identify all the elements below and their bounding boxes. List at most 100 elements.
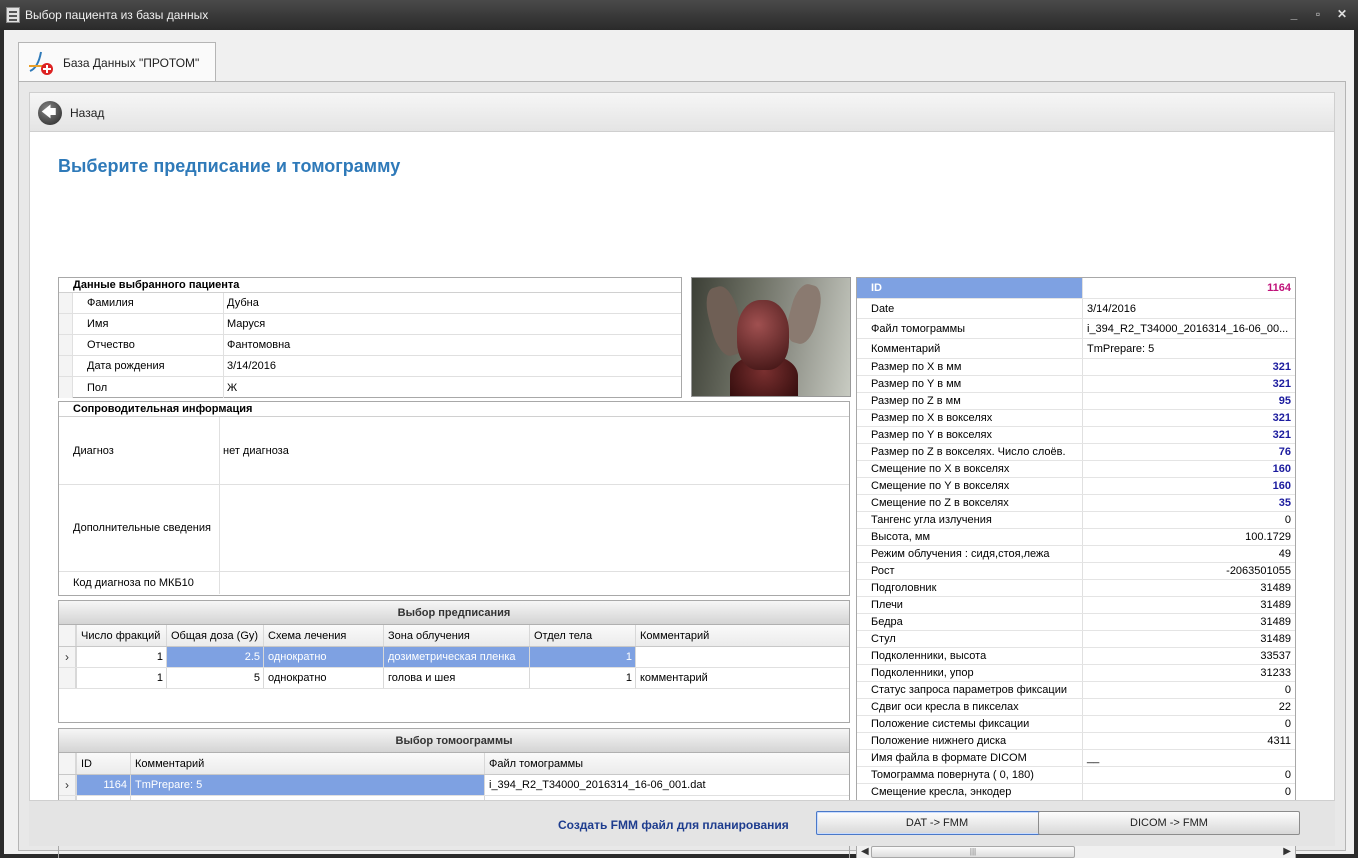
- property-row[interactable]: Положение системы фиксации 0: [857, 716, 1295, 733]
- property-row[interactable]: Размер по Y в вокселях 321: [857, 427, 1295, 444]
- property-value[interactable]: 100.1729: [1083, 529, 1295, 545]
- property-row[interactable]: Высота, мм 100.1729: [857, 529, 1295, 546]
- property-row[interactable]: Рост -2063501055: [857, 563, 1295, 580]
- property-row[interactable]: Тангенс угла излучения 0: [857, 512, 1295, 529]
- property-row[interactable]: Комментарий TmPrepare: 5: [857, 339, 1295, 359]
- maximize-button[interactable]: ▫: [1311, 6, 1325, 22]
- property-value[interactable]: TmPrepare: 5: [1083, 339, 1295, 358]
- patient-row[interactable]: Имя Маруся: [59, 314, 681, 335]
- property-value[interactable]: 35: [1083, 495, 1295, 511]
- property-value[interactable]: 321: [1083, 427, 1295, 443]
- row-pointer-icon[interactable]: ›: [59, 647, 76, 667]
- property-row[interactable]: Положение нижнего диска 4311: [857, 733, 1295, 750]
- property-row[interactable]: Размер по Z в мм 95: [857, 393, 1295, 410]
- column-header[interactable]: Комментарий: [635, 625, 849, 646]
- property-value[interactable]: 22: [1083, 699, 1295, 715]
- column-header[interactable]: Комментарий: [130, 753, 484, 774]
- property-row[interactable]: Подголовник 31489: [857, 580, 1295, 597]
- scroll-left-icon[interactable]: ◀: [861, 846, 869, 857]
- mkb-code-value[interactable]: [219, 572, 849, 594]
- property-row[interactable]: Томограмма повернута ( 0, 180) 0: [857, 767, 1295, 784]
- property-value[interactable]: 76: [1083, 444, 1295, 460]
- prescription-row[interactable]: 1 5 однократно голова и шея 1 комментарий: [59, 668, 849, 689]
- minimize-button[interactable]: _: [1287, 6, 1301, 22]
- property-row[interactable]: Смещение кресла, энкодер 0: [857, 784, 1295, 801]
- column-header[interactable]: Отдел тела: [529, 625, 635, 646]
- tab-protom-db[interactable]: База Данных "ПРОТОМ": [18, 42, 216, 82]
- row-selector[interactable]: [59, 377, 73, 398]
- property-row[interactable]: Date 3/14/2016: [857, 299, 1295, 319]
- patient-row[interactable]: Отчество Фантомовна: [59, 335, 681, 356]
- property-value[interactable]: 0: [1083, 716, 1295, 732]
- scroll-thumb[interactable]: |||: [871, 846, 1075, 858]
- back-arrow-icon[interactable]: [38, 101, 62, 125]
- column-header[interactable]: Схема лечения: [263, 625, 383, 646]
- property-value[interactable]: __: [1083, 750, 1295, 766]
- property-value[interactable]: 321: [1083, 359, 1295, 375]
- property-row[interactable]: Режим облучения : сидя,стоя,лежа 49: [857, 546, 1295, 563]
- property-value[interactable]: 321: [1083, 410, 1295, 426]
- row-selector[interactable]: [59, 293, 73, 313]
- property-value[interactable]: 1164: [1083, 278, 1295, 298]
- property-value[interactable]: 31489: [1083, 597, 1295, 613]
- property-value[interactable]: 31489: [1083, 631, 1295, 647]
- property-row[interactable]: Имя файла в формате DICOM __: [857, 750, 1295, 767]
- tomogram-row[interactable]: › 1164 TmPrepare: 5 i_394_R2_T34000_2016314…: [59, 775, 849, 796]
- row-selector[interactable]: [59, 668, 76, 688]
- property-value[interactable]: 160: [1083, 461, 1295, 477]
- property-row[interactable]: Подколенники, высота 33537: [857, 648, 1295, 665]
- property-value[interactable]: 33537: [1083, 648, 1295, 664]
- patient-row[interactable]: Пол Ж: [59, 377, 681, 398]
- dat-to-fmm-button[interactable]: DAT -> FMM: [816, 811, 1058, 835]
- extra-info-value[interactable]: [219, 485, 849, 571]
- property-value[interactable]: 31489: [1083, 580, 1295, 596]
- property-row[interactable]: Размер по X в мм 321: [857, 359, 1295, 376]
- property-row[interactable]: ID 1164: [857, 278, 1295, 299]
- scroll-right-icon[interactable]: ▶: [1283, 846, 1291, 857]
- column-header[interactable]: ID: [76, 753, 130, 774]
- back-label[interactable]: Назад: [70, 106, 104, 120]
- patient-row[interactable]: Дата рождения 3/14/2016: [59, 356, 681, 377]
- property-value[interactable]: 31233: [1083, 665, 1295, 681]
- prescription-row[interactable]: › 1 2.5 однократно дозиметрическая пленка 1: [59, 647, 849, 668]
- column-header[interactable]: Число фракций: [76, 625, 166, 646]
- property-row[interactable]: Размер по Y в мм 321: [857, 376, 1295, 393]
- column-header[interactable]: Файл томограммы: [484, 753, 849, 774]
- property-value[interactable]: 3/14/2016: [1083, 299, 1295, 318]
- property-row[interactable]: Смещение по Z в вокселях 35: [857, 495, 1295, 512]
- property-value[interactable]: 321: [1083, 376, 1295, 392]
- property-value[interactable]: -2063501055: [1083, 563, 1295, 579]
- property-row[interactable]: Бедра 31489: [857, 614, 1295, 631]
- property-value[interactable]: i_394_R2_T34000_2016314_16-06_00...: [1083, 319, 1295, 338]
- property-row[interactable]: Статус запроса параметров фиксации 0: [857, 682, 1295, 699]
- property-value[interactable]: 31489: [1083, 614, 1295, 630]
- property-value[interactable]: 0: [1083, 512, 1295, 528]
- property-row[interactable]: Размер по X в вокселях 321: [857, 410, 1295, 427]
- row-selector[interactable]: [59, 356, 73, 376]
- row-selector[interactable]: [59, 335, 73, 355]
- row-pointer-icon[interactable]: ›: [59, 775, 76, 795]
- property-row[interactable]: Размер по Z в вокселях. Число слоёв. 76: [857, 444, 1295, 461]
- diagnosis-value[interactable]: нет диагноза: [219, 417, 849, 484]
- close-button[interactable]: ✕: [1335, 6, 1349, 22]
- property-row[interactable]: Плечи 31489: [857, 597, 1295, 614]
- property-row[interactable]: Стул 31489: [857, 631, 1295, 648]
- column-header[interactable]: Общая доза (Gy): [166, 625, 263, 646]
- property-row[interactable]: Смещение по X в вокселях 160: [857, 461, 1295, 478]
- property-value[interactable]: 0: [1083, 784, 1295, 800]
- diagnosis-label: Диагноз: [73, 417, 219, 484]
- patient-row[interactable]: Фамилия Дубна: [59, 293, 681, 314]
- property-value[interactable]: 95: [1083, 393, 1295, 409]
- property-row[interactable]: Файл томограммы i_394_R2_T34000_2016314_1…: [857, 319, 1295, 339]
- property-value[interactable]: 0: [1083, 767, 1295, 783]
- property-value[interactable]: 160: [1083, 478, 1295, 494]
- property-row[interactable]: Подколенники, упор 31233: [857, 665, 1295, 682]
- column-header[interactable]: Зона облучения: [383, 625, 529, 646]
- property-value[interactable]: 0: [1083, 682, 1295, 698]
- property-value[interactable]: 49: [1083, 546, 1295, 562]
- dicom-to-fmm-button[interactable]: DICOM -> FMM: [1038, 811, 1300, 835]
- property-row[interactable]: Сдвиг оси кресла в пикселах 22: [857, 699, 1295, 716]
- row-selector[interactable]: [59, 314, 73, 334]
- property-value[interactable]: 4311: [1083, 733, 1295, 749]
- property-row[interactable]: Смещение по Y в вокселях 160: [857, 478, 1295, 495]
